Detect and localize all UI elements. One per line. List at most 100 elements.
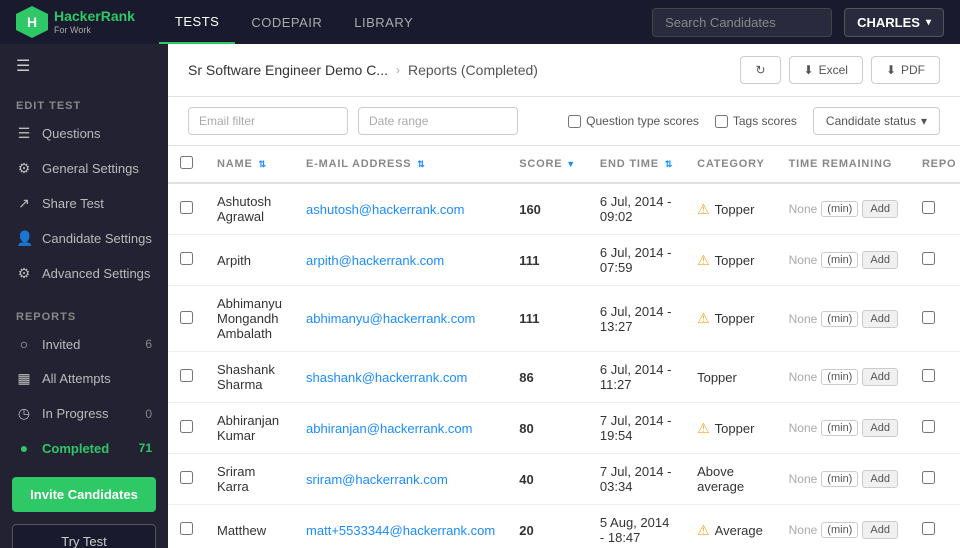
cell-time-remaining: None (min) Add xyxy=(777,235,910,286)
candidates-table: NAME ⇅ E-MAIL ADDRESS ⇅ SCORE ▼ END TI xyxy=(168,146,960,548)
cell-name: Abhiranjan Kumar xyxy=(205,403,294,454)
row-checkbox[interactable] xyxy=(180,420,193,433)
try-test-button[interactable]: Try Test xyxy=(12,524,156,548)
add-time-button[interactable]: Add xyxy=(862,521,898,539)
row-checkbox[interactable] xyxy=(180,522,193,535)
cell-email: ashutosh@hackerrank.com xyxy=(294,183,507,235)
tags-scores-checkbox[interactable] xyxy=(715,115,728,128)
user-menu-button[interactable]: CHARLES ▾ xyxy=(844,8,944,37)
category-icon: ⚠ xyxy=(697,252,710,269)
sidebar-item-invited[interactable]: ○ Invited 6 xyxy=(0,327,168,361)
nav-library[interactable]: LIBRARY xyxy=(338,0,429,44)
candidates-table-container: NAME ⇅ E-MAIL ADDRESS ⇅ SCORE ▼ END TI xyxy=(168,146,960,548)
pdf-button[interactable]: ⬇ PDF xyxy=(871,56,940,84)
cell-time-remaining: None (min) Add xyxy=(777,183,910,235)
cell-end-time: 5 Aug, 2014 - 18:47 xyxy=(588,505,685,548)
cell-time-remaining: None (min) Add xyxy=(777,352,910,403)
question-type-scores-label[interactable]: Question type scores xyxy=(568,114,699,128)
row-checkbox-cell xyxy=(168,183,205,235)
sidebar-item-completed[interactable]: ● Completed 71 xyxy=(0,431,168,465)
add-time-button[interactable]: Add xyxy=(862,251,898,269)
breadcrumb-separator: › xyxy=(396,63,400,77)
hamburger-icon[interactable]: ☰ xyxy=(0,44,168,88)
sidebar-item-in-progress[interactable]: ◷ In Progress 0 xyxy=(0,396,168,431)
candidate-status-dropdown[interactable]: Candidate status ▾ xyxy=(813,107,940,135)
row-checkbox-cell xyxy=(168,505,205,548)
email-link[interactable]: matt+5533344@hackerrank.com xyxy=(306,523,495,538)
row-checkbox[interactable] xyxy=(180,252,193,265)
col-email[interactable]: E-MAIL ADDRESS ⇅ xyxy=(294,146,507,183)
tags-scores-label-text: Tags scores xyxy=(733,114,797,128)
cell-report xyxy=(910,183,960,235)
col-score[interactable]: SCORE ▼ xyxy=(507,146,588,183)
time-none-label: None xyxy=(789,312,818,326)
breadcrumb-actions: ↻ ⬇ Excel ⬇ PDF xyxy=(740,56,940,84)
report-checkbox[interactable] xyxy=(922,522,935,535)
add-time-button[interactable]: Add xyxy=(862,470,898,488)
row-checkbox[interactable] xyxy=(180,201,193,214)
report-checkbox[interactable] xyxy=(922,311,935,324)
cell-email: sriram@hackerrank.com xyxy=(294,454,507,505)
cell-email: matt+5533344@hackerrank.com xyxy=(294,505,507,548)
cell-category: ⚠ Average xyxy=(685,505,777,548)
select-all-checkbox[interactable] xyxy=(180,156,193,169)
cell-name: Abhimanyu Mongandh Ambalath xyxy=(205,286,294,352)
email-filter-input[interactable] xyxy=(188,107,348,135)
email-link[interactable]: abhimanyu@hackerrank.com xyxy=(306,311,475,326)
sidebar-item-candidate-settings[interactable]: 👤 Candidate Settings xyxy=(0,221,168,256)
sidebar-item-share-test[interactable]: ↗ Share Test xyxy=(0,186,168,221)
cell-end-time: 6 Jul, 2014 - 13:27 xyxy=(588,286,685,352)
candidate-status-label: Candidate status xyxy=(826,114,916,128)
add-time-button[interactable]: Add xyxy=(862,310,898,328)
sidebar-item-questions[interactable]: ☰ Questions xyxy=(0,116,168,151)
email-link[interactable]: abhiranjan@hackerrank.com xyxy=(306,421,472,436)
add-time-button[interactable]: Add xyxy=(862,419,898,437)
date-range-input[interactable] xyxy=(358,107,518,135)
cell-time-remaining: None (min) Add xyxy=(777,403,910,454)
cell-end-time: 6 Jul, 2014 - 11:27 xyxy=(588,352,685,403)
time-none-label: None xyxy=(789,472,818,486)
in-progress-count: 0 xyxy=(145,407,152,421)
report-checkbox[interactable] xyxy=(922,471,935,484)
excel-button[interactable]: ⬇ Excel xyxy=(789,56,863,84)
breadcrumb-link[interactable]: Sr Software Engineer Demo C... xyxy=(188,62,388,78)
col-name[interactable]: NAME ⇅ xyxy=(205,146,294,183)
sidebar-label-in-progress: In Progress xyxy=(42,406,108,421)
email-link[interactable]: sriram@hackerrank.com xyxy=(306,472,448,487)
question-type-scores-checkbox[interactable] xyxy=(568,115,581,128)
table-row: Abhimanyu Mongandh Ambalath abhimanyu@ha… xyxy=(168,286,960,352)
row-checkbox-cell xyxy=(168,454,205,505)
row-checkbox-cell xyxy=(168,352,205,403)
sidebar-item-advanced-settings[interactable]: ⚙ Advanced Settings xyxy=(0,256,168,291)
add-time-button[interactable]: Add xyxy=(862,368,898,386)
report-checkbox[interactable] xyxy=(922,420,935,433)
cell-score: 86 xyxy=(507,352,588,403)
row-checkbox[interactable] xyxy=(180,369,193,382)
time-none-label: None xyxy=(789,370,818,384)
col-end-time[interactable]: END TIME ⇅ xyxy=(588,146,685,183)
sidebar-label-completed: Completed xyxy=(42,441,109,456)
cell-name: Arpith xyxy=(205,235,294,286)
report-checkbox[interactable] xyxy=(922,252,935,265)
report-checkbox[interactable] xyxy=(922,201,935,214)
category-label: Topper xyxy=(715,421,755,436)
row-checkbox[interactable] xyxy=(180,311,193,324)
nav-codepair[interactable]: CODEPAIR xyxy=(235,0,338,44)
email-link[interactable]: ashutosh@hackerrank.com xyxy=(306,202,464,217)
cell-end-time: 6 Jul, 2014 - 09:02 xyxy=(588,183,685,235)
cell-category: ⚠ Topper xyxy=(685,286,777,352)
tags-scores-label[interactable]: Tags scores xyxy=(715,114,797,128)
nav-tests[interactable]: TESTS xyxy=(159,0,235,44)
email-link[interactable]: shashank@hackerrank.com xyxy=(306,370,467,385)
sidebar-item-general-settings[interactable]: ⚙ General Settings xyxy=(0,151,168,186)
invite-candidates-button[interactable]: Invite Candidates xyxy=(12,477,156,512)
sidebar-item-all-attempts[interactable]: ▦ All Attempts xyxy=(0,361,168,396)
email-link[interactable]: arpith@hackerrank.com xyxy=(306,253,444,268)
add-time-button[interactable]: Add xyxy=(862,200,898,218)
refresh-button[interactable]: ↻ xyxy=(740,56,780,84)
dropdown-arrow-icon: ▾ xyxy=(921,114,927,128)
search-input[interactable] xyxy=(652,8,832,37)
row-checkbox[interactable] xyxy=(180,471,193,484)
category-label: Average xyxy=(715,523,763,538)
report-checkbox[interactable] xyxy=(922,369,935,382)
